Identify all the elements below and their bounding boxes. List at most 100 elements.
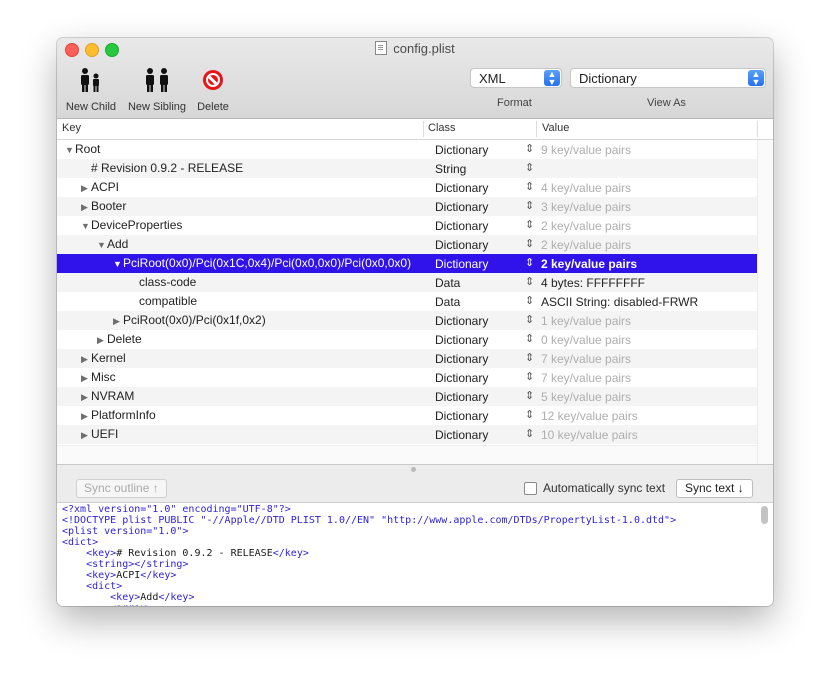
table-row[interactable]: class-code Data ⇕ 4 bytes: FFFFFFFF: [57, 273, 757, 292]
text-scrollbar-thumb[interactable]: [761, 506, 768, 524]
class-stepper-icon[interactable]: ⇕: [525, 406, 534, 425]
row-value[interactable]: 7 key/value pairs: [541, 369, 631, 388]
row-class[interactable]: Data: [435, 293, 460, 312]
disclosure-expanded-icon[interactable]: ▼: [97, 236, 107, 255]
class-stepper-icon[interactable]: ⇕: [525, 235, 534, 254]
row-key: ▶ ACPI: [81, 178, 119, 197]
table-row[interactable]: ▶ Kernel Dictionary ⇕ 7 key/value pairs: [57, 349, 757, 368]
new-sibling-button[interactable]: New Sibling: [125, 64, 189, 113]
vertical-scrollbar[interactable]: [757, 140, 773, 464]
table-row[interactable]: ▼DeviceProperties Dictionary ⇕ 2 key/value …: [57, 216, 757, 235]
row-value[interactable]: 7 key/value pairs: [541, 350, 631, 369]
class-stepper-icon[interactable]: ⇕: [525, 387, 534, 406]
row-value[interactable]: 1 key/value pairs: [541, 312, 631, 331]
disclosure-collapsed-icon[interactable]: ▶: [81, 369, 91, 388]
row-value[interactable]: 9 key/value pairs: [541, 141, 631, 160]
row-value[interactable]: 2 key/value pairs: [541, 236, 631, 255]
column-header-class[interactable]: Class: [428, 122, 456, 134]
class-stepper-icon[interactable]: ⇕: [525, 311, 534, 330]
auto-sync-option[interactable]: Automatically sync text: [524, 481, 665, 495]
row-value[interactable]: 3 key/value pairs: [541, 198, 631, 217]
row-class[interactable]: Dictionary: [435, 255, 488, 274]
disclosure-collapsed-icon[interactable]: ▶: [81, 388, 91, 407]
row-key: # Revision 0.9.2 - RELEASE: [81, 159, 243, 178]
row-value[interactable]: 2 key/value pairs: [541, 217, 631, 236]
sync-text-button[interactable]: Sync text ↓: [676, 479, 753, 498]
disclosure-expanded-icon[interactable]: ▼: [65, 141, 75, 160]
table-row[interactable]: ▶ PlatformInfo Dictionary ⇕ 12 key/value pai…: [57, 406, 757, 425]
disclosure-collapsed-icon[interactable]: ▶: [81, 179, 91, 198]
class-stepper-icon[interactable]: ⇕: [525, 159, 534, 178]
row-value[interactable]: ASCII String: disabled-FRWR: [541, 293, 698, 312]
table-row[interactable]: ▶ PciRoot(0x0)/Pci(0x1f,0x2) Dictionary ⇕ 1 …: [57, 311, 757, 330]
row-class[interactable]: Dictionary: [435, 312, 488, 331]
disclosure-expanded-icon[interactable]: ▼: [81, 217, 91, 236]
table-row[interactable]: ▼PciRoot(0x0)/Pci(0x1C,0x4)/Pci(0x0,0x0)…: [57, 254, 757, 273]
row-value[interactable]: 4 key/value pairs: [541, 179, 631, 198]
column-header-key[interactable]: Key: [62, 122, 81, 134]
class-stepper-icon[interactable]: ⇕: [525, 254, 534, 273]
class-stepper-icon[interactable]: ⇕: [525, 273, 534, 292]
row-class[interactable]: Dictionary: [435, 217, 488, 236]
table-row[interactable]: ▶ Delete Dictionary ⇕ 0 key/value pairs: [57, 330, 757, 349]
sync-outline-button[interactable]: Sync outline ↑: [76, 479, 167, 498]
column-divider[interactable]: [536, 121, 537, 137]
row-value[interactable]: 4 bytes: FFFFFFFF: [541, 274, 645, 293]
disclosure-collapsed-icon[interactable]: ▶: [81, 350, 91, 369]
xml-source[interactable]: <?xml version="1.0" encoding="UTF-8"?> <…: [62, 504, 676, 606]
row-value[interactable]: 12 key/value pairs: [541, 407, 638, 426]
row-class[interactable]: Dictionary: [435, 198, 488, 217]
class-stepper-icon[interactable]: ⇕: [525, 197, 534, 216]
class-stepper-icon[interactable]: ⇕: [525, 425, 534, 444]
disclosure-expanded-icon[interactable]: ▼: [113, 255, 123, 274]
table-row[interactable]: compatible Data ⇕ ASCII String: disabled-FR…: [57, 292, 757, 311]
column-divider[interactable]: [423, 121, 424, 137]
row-class[interactable]: Dictionary: [435, 388, 488, 407]
table-row[interactable]: ▼Root Dictionary ⇕ 9 key/value pairs: [57, 140, 757, 159]
table-row[interactable]: ▶ Booter Dictionary ⇕ 3 key/value pairs: [57, 197, 757, 216]
disclosure-collapsed-icon[interactable]: ▶: [81, 198, 91, 217]
disclosure-collapsed-icon[interactable]: ▶: [97, 331, 107, 350]
table-row[interactable]: ▼Add Dictionary ⇕ 2 key/value pairs: [57, 235, 757, 254]
splitter-handle-icon[interactable]: [411, 467, 416, 472]
row-class[interactable]: Dictionary: [435, 331, 488, 350]
table-row[interactable]: ▶ UEFI Dictionary ⇕ 10 key/value pairs: [57, 425, 757, 444]
row-class[interactable]: Data: [435, 274, 460, 293]
disclosure-collapsed-icon[interactable]: ▶: [81, 426, 91, 445]
table-row[interactable]: ▶ ACPI Dictionary ⇕ 4 key/value pairs: [57, 178, 757, 197]
row-value[interactable]: 2 key/value pairs: [541, 255, 637, 274]
row-class[interactable]: Dictionary: [435, 141, 488, 160]
row-class[interactable]: Dictionary: [435, 407, 488, 426]
delete-button[interactable]: Delete: [193, 64, 233, 113]
row-class[interactable]: Dictionary: [435, 179, 488, 198]
column-divider[interactable]: [757, 121, 758, 137]
class-stepper-icon[interactable]: ⇕: [525, 292, 534, 311]
row-class[interactable]: Dictionary: [435, 369, 488, 388]
view-as-popup[interactable]: Dictionary ▲ ▼: [570, 68, 766, 88]
row-class[interactable]: Dictionary: [435, 236, 488, 255]
disclosure-collapsed-icon[interactable]: ▶: [113, 312, 123, 331]
row-value[interactable]: 0 key/value pairs: [541, 331, 631, 350]
disclosure-collapsed-icon[interactable]: ▶: [81, 407, 91, 426]
row-value[interactable]: 10 key/value pairs: [541, 426, 638, 445]
row-class[interactable]: Dictionary: [435, 426, 488, 445]
table-row[interactable]: ▶ NVRAM Dictionary ⇕ 5 key/value pairs: [57, 387, 757, 406]
auto-sync-checkbox[interactable]: [524, 481, 537, 495]
class-stepper-icon[interactable]: ⇕: [525, 140, 534, 159]
row-class[interactable]: String: [435, 160, 466, 179]
xml-text-editor[interactable]: <?xml version="1.0" encoding="UTF-8"?> <…: [57, 503, 773, 606]
class-stepper-icon[interactable]: ⇕: [525, 330, 534, 349]
class-stepper-icon[interactable]: ⇕: [525, 368, 534, 387]
horizontal-scrollbar[interactable]: [57, 445, 757, 465]
new-child-button[interactable]: New Child: [62, 64, 120, 113]
format-popup[interactable]: XML ▲ ▼: [470, 68, 562, 88]
row-key-text: NVRAM: [91, 389, 135, 403]
row-value[interactable]: 5 key/value pairs: [541, 388, 631, 407]
class-stepper-icon[interactable]: ⇕: [525, 178, 534, 197]
table-row[interactable]: ▶ Misc Dictionary ⇕ 7 key/value pairs: [57, 368, 757, 387]
class-stepper-icon[interactable]: ⇕: [525, 216, 534, 235]
row-class[interactable]: Dictionary: [435, 350, 488, 369]
column-header-value[interactable]: Value: [542, 122, 569, 134]
table-row[interactable]: # Revision 0.9.2 - RELEASE String ⇕: [57, 159, 757, 178]
class-stepper-icon[interactable]: ⇕: [525, 349, 534, 368]
